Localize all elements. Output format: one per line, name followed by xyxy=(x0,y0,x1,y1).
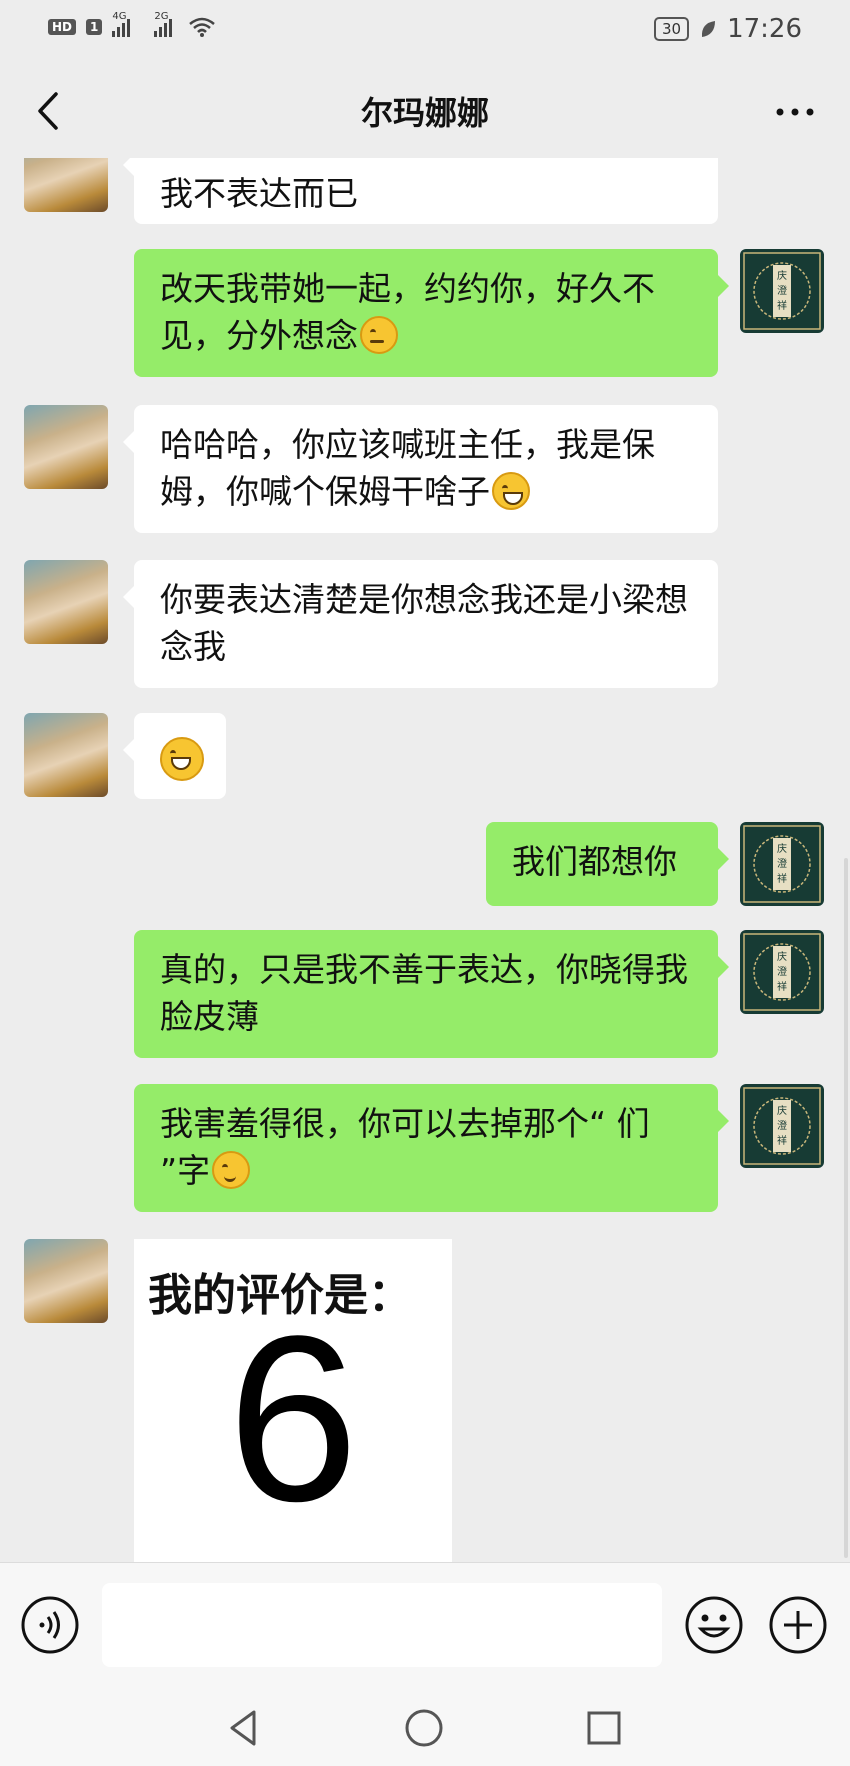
rating-number: 6 xyxy=(227,1287,359,1551)
network-type-label: 4G xyxy=(112,11,127,22)
status-bar: HD 1 4G 2G 30 17:26 xyxy=(0,0,850,58)
hd-icon: HD xyxy=(48,19,77,35)
svg-text:庆: 庆 xyxy=(777,842,787,855)
sim-icon: 1 xyxy=(86,19,103,35)
svg-text:祥: 祥 xyxy=(777,980,787,993)
my-avatar[interactable]: 庆 澄 祥 xyxy=(740,930,824,1014)
message-bubble-incoming[interactable]: 你要表达清楚是你想念我还是小梁想念我 xyxy=(123,560,718,688)
signal-icon: 4G xyxy=(112,11,131,37)
seal-sticker-icon: 庆 澄 祥 xyxy=(743,825,821,903)
seal-sticker-icon: 庆 澄 祥 xyxy=(743,1087,821,1165)
message-bubble-outgoing[interactable]: 我们都想你 xyxy=(486,822,729,906)
message-bubble-outgoing[interactable]: 改天我带她一起，约约你，好久不见，分外想念 xyxy=(134,249,729,377)
svg-text:澄: 澄 xyxy=(777,284,787,297)
chat-scrollbar[interactable] xyxy=(844,858,848,1558)
nav-home-icon[interactable] xyxy=(400,1704,448,1752)
contact-avatar[interactable] xyxy=(24,405,108,489)
svg-text:祥: 祥 xyxy=(777,1134,787,1147)
message-text: 我们都想你 xyxy=(512,842,677,881)
message-bubble-incoming[interactable] xyxy=(123,713,226,799)
message-bubble-incoming[interactable]: 我不表达而已 xyxy=(123,158,718,224)
message-text: 改天我带她一起，约约你，好久不见，分外想念 xyxy=(160,269,655,355)
contact-avatar[interactable] xyxy=(24,158,108,212)
wifi-icon xyxy=(189,17,216,37)
message-text: 真的，只是我不善于表达，你晓得我脸皮薄 xyxy=(160,950,688,1036)
image-message[interactable]: 我的评价是： 6 xyxy=(134,1239,452,1562)
svg-text:祥: 祥 xyxy=(777,299,787,312)
grin-emoji-icon xyxy=(492,472,530,510)
nav-recents-icon[interactable] xyxy=(580,1704,628,1752)
svg-text:庆: 庆 xyxy=(777,950,787,963)
svg-text:澄: 澄 xyxy=(777,857,787,870)
my-avatar[interactable]: 庆 澄 祥 xyxy=(740,249,824,333)
network-type-label-2: 2G xyxy=(154,11,169,22)
my-avatar[interactable]: 庆 澄 祥 xyxy=(740,822,824,906)
battery-icon: 30 xyxy=(653,17,690,41)
thinking-emoji-icon xyxy=(360,316,398,354)
message-input[interactable] xyxy=(102,1583,662,1667)
page-title: 尔玛娜娜 xyxy=(360,94,489,132)
contact-avatar[interactable] xyxy=(24,1239,108,1323)
system-nav-bar xyxy=(0,1686,850,1766)
leaf-icon xyxy=(701,21,716,37)
svg-text:澄: 澄 xyxy=(777,1119,787,1132)
message-text: 哈哈哈，你应该喊班主任，我是保姆，你喊个保姆干啥子 xyxy=(160,425,655,511)
nav-back-icon[interactable] xyxy=(220,1704,268,1752)
contact-avatar[interactable] xyxy=(24,560,108,644)
chat-messages[interactable]: 我不表达而已 庆 澄 祥 改天我带她一起，约约你，好久不见，分外想念 哈哈哈，你… xyxy=(0,158,850,1562)
clock: 17:26 xyxy=(727,14,802,44)
message-bubble-outgoing[interactable]: 我害羞得很，你可以去掉那个“ 们 ”字 xyxy=(134,1084,729,1212)
seal-sticker-icon: 庆 澄 祥 xyxy=(743,933,821,1011)
grin-emoji-icon xyxy=(160,736,204,781)
message-input-bar xyxy=(0,1562,850,1687)
message-bubble-incoming[interactable]: 哈哈哈，你应该喊班主任，我是保姆，你喊个保姆干啥子 xyxy=(123,405,718,533)
emoji-picker-icon[interactable] xyxy=(684,1595,744,1655)
more-options-icon[interactable] xyxy=(770,92,820,132)
plus-icon[interactable] xyxy=(768,1595,828,1655)
svg-text:庆: 庆 xyxy=(777,1104,787,1117)
svg-text:庆: 庆 xyxy=(777,269,787,282)
my-avatar[interactable]: 庆 澄 祥 xyxy=(740,1084,824,1168)
message-text: 我不表达而已 xyxy=(160,174,358,213)
voice-input-icon[interactable] xyxy=(20,1595,80,1655)
shy-emoji-icon xyxy=(212,1151,251,1189)
contact-avatar[interactable] xyxy=(24,713,108,797)
chat-header: 尔玛娜娜 xyxy=(0,58,850,158)
message-text: 你要表达清楚是你想念我还是小梁想念我 xyxy=(160,580,688,666)
seal-sticker-icon: 庆 澄 祥 xyxy=(743,252,821,330)
message-bubble-outgoing[interactable]: 真的，只是我不善于表达，你晓得我脸皮薄 xyxy=(134,930,729,1058)
signal-icon-2: 2G xyxy=(154,11,173,37)
svg-text:祥: 祥 xyxy=(777,872,787,885)
svg-text:澄: 澄 xyxy=(777,965,787,978)
